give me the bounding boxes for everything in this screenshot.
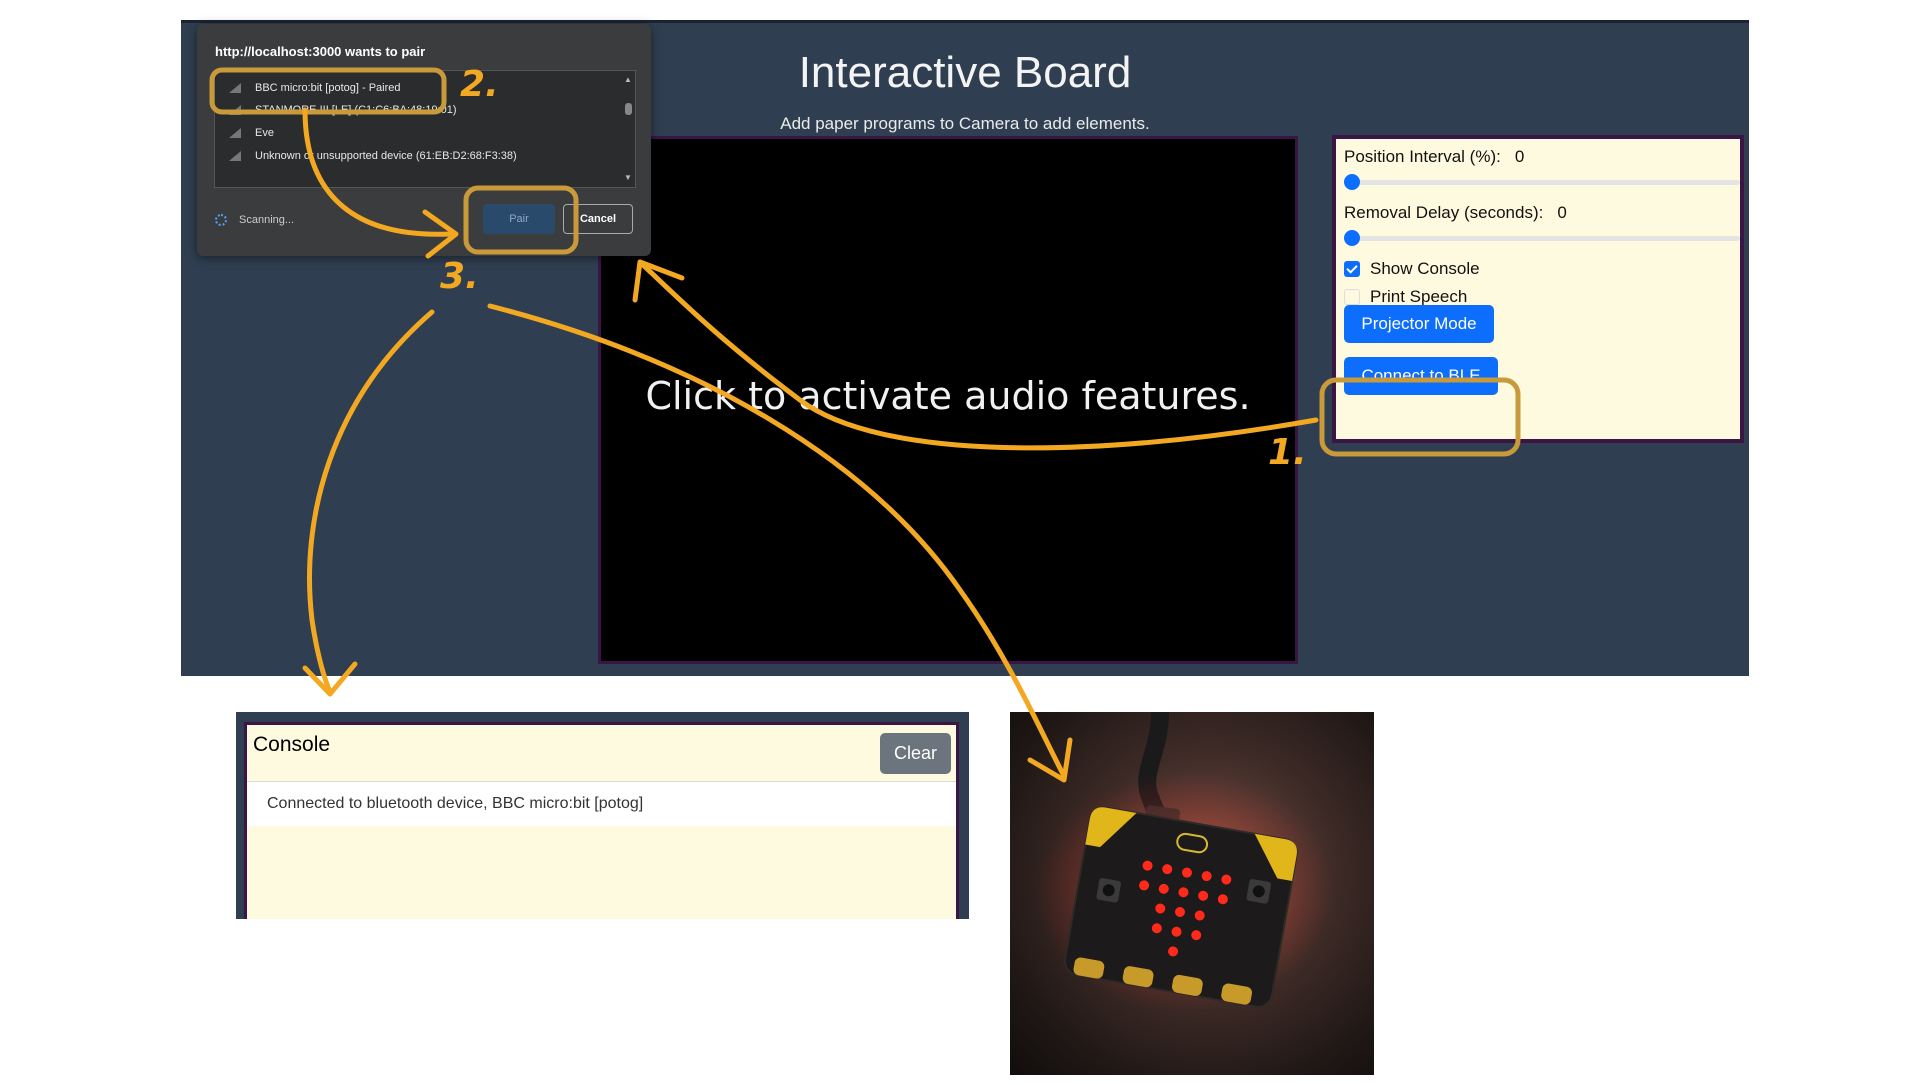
- print-speech-checkbox[interactable]: [1344, 289, 1360, 305]
- signal-icon: [229, 128, 241, 138]
- scanning-status: Scanning...: [215, 214, 294, 226]
- console-body: Console Clear Connected to bluetooth dev…: [244, 722, 959, 919]
- microbit-board: [1063, 806, 1298, 1008]
- device-label: STANMORE III [LE] (C1:C6:BA:48:19:01): [255, 104, 457, 116]
- position-interval-slider[interactable]: [1344, 174, 1740, 190]
- slider-track: [1344, 180, 1740, 185]
- device-item-microbit[interactable]: BBC micro:bit [potog] - Paired: [229, 77, 401, 99]
- console-log-line: Connected to bluetooth device, BBC micro…: [247, 782, 956, 826]
- browser-top-edge: [181, 20, 1749, 23]
- audio-activation-message[interactable]: Click to activate audio features.: [645, 374, 1250, 418]
- console-panel: Console Clear Connected to bluetooth dev…: [236, 712, 969, 919]
- position-interval-row: Position Interval (%): 0: [1344, 147, 1524, 167]
- settings-panel: Position Interval (%): 0 Removal Delay (s…: [1332, 135, 1744, 443]
- signal-icon: [229, 83, 241, 93]
- show-console-checkbox[interactable]: [1344, 261, 1360, 277]
- step-1-label: 1.: [1268, 432, 1307, 473]
- removal-delay-row: Removal Delay (seconds): 0: [1344, 203, 1567, 223]
- microbit-illustration: [1035, 712, 1335, 1012]
- connect-ble-button[interactable]: Connect to BLE: [1344, 357, 1498, 395]
- device-item-eve[interactable]: Eve: [229, 122, 274, 144]
- removal-delay-value: 0: [1557, 203, 1567, 222]
- signal-icon: [229, 105, 241, 115]
- show-console-label: Show Console: [1370, 259, 1480, 278]
- clear-button[interactable]: Clear: [880, 733, 951, 774]
- device-item-stanmore[interactable]: STANMORE III [LE] (C1:C6:BA:48:19:01): [229, 99, 457, 121]
- console-header: Console Clear: [247, 725, 956, 782]
- removal-delay-slider[interactable]: [1344, 230, 1740, 246]
- console-title: Console: [253, 733, 331, 756]
- device-label: Unknown or unsupported device (61:EB:D2:…: [255, 150, 517, 162]
- step-3-label: 3.: [440, 256, 479, 297]
- scrollbar-thumb[interactable]: [625, 103, 632, 115]
- position-interval-label: Position Interval (%):: [1344, 147, 1501, 166]
- slider-thumb[interactable]: [1344, 230, 1360, 246]
- cancel-button[interactable]: Cancel: [563, 204, 633, 234]
- device-item-unknown[interactable]: Unknown or unsupported device (61:EB:D2:…: [229, 145, 517, 167]
- slider-thumb[interactable]: [1344, 174, 1360, 190]
- device-list[interactable]: BBC micro:bit [potog] - Paired STANMORE …: [214, 70, 636, 188]
- spinner-icon: [215, 214, 227, 226]
- signal-icon: [229, 151, 241, 161]
- scroll-up-icon[interactable]: ▲: [624, 75, 632, 84]
- device-label: Eve: [255, 127, 274, 139]
- bluetooth-pair-dialog: http://localhost:3000 wants to pair BBC …: [197, 24, 651, 256]
- position-interval-value: 0: [1514, 147, 1525, 166]
- pair-button[interactable]: Pair: [483, 204, 555, 234]
- scanning-label: Scanning...: [239, 214, 295, 226]
- dialog-title: http://localhost:3000 wants to pair: [215, 44, 426, 59]
- device-label: BBC micro:bit [potog] - Paired: [255, 82, 401, 94]
- scroll-down-icon[interactable]: ▼: [624, 173, 632, 182]
- slider-track: [1344, 236, 1740, 241]
- removal-delay-label: Removal Delay (seconds):: [1344, 203, 1544, 222]
- camera-canvas[interactable]: Click to activate audio features.: [598, 136, 1298, 664]
- print-speech-label: Print Speech: [1370, 287, 1468, 306]
- microbit-photo: [1010, 712, 1374, 1075]
- device-list-scrollbar[interactable]: ▲ ▼: [623, 75, 633, 183]
- step-2-label: 2.: [460, 64, 499, 105]
- projector-mode-button[interactable]: Projector Mode: [1344, 305, 1494, 343]
